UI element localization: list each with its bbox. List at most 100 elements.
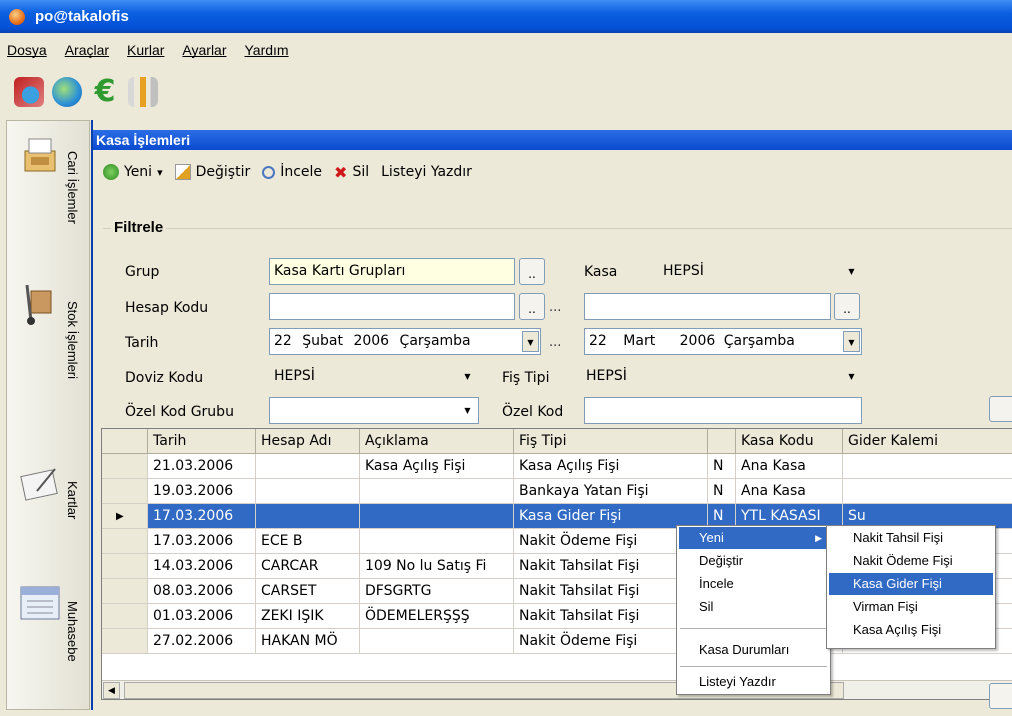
- chevron-down-icon[interactable]: ▼: [843, 261, 860, 282]
- row-indicator[interactable]: [102, 529, 148, 554]
- cell-account-name[interactable]: [256, 479, 360, 504]
- view-button[interactable]: İncele: [262, 164, 322, 180]
- delete-button[interactable]: ✖ Sil: [334, 163, 369, 182]
- col-header-flag[interactable]: [708, 429, 736, 454]
- ctx-item-yeni[interactable]: Yeni ▶: [679, 527, 828, 549]
- cell-account-name[interactable]: [256, 454, 360, 479]
- menu-yardim[interactable]: Yardım: [245, 42, 289, 58]
- cell-description[interactable]: 109 No lu Satış Fi: [360, 554, 514, 579]
- cell-flag[interactable]: N: [708, 454, 736, 479]
- row-indicator[interactable]: [102, 479, 148, 504]
- account-to-field[interactable]: [584, 293, 831, 320]
- row-indicator[interactable]: [102, 554, 148, 579]
- table-row[interactable]: 21.03.2006 Kasa Açılış Fişi Kasa Açılış Fi…: [102, 454, 1012, 479]
- cell-expense-item[interactable]: [843, 454, 1012, 479]
- chevron-down-icon[interactable]: ▼: [843, 331, 860, 352]
- cell-description[interactable]: [360, 529, 514, 554]
- horizontal-scrollbar[interactable]: ◀: [102, 680, 1012, 699]
- special-code-field[interactable]: [584, 397, 862, 424]
- table-row[interactable]: 19.03.2006 Bankaya Yatan Fişi N Ana Kasa: [102, 479, 1012, 504]
- col-header-description[interactable]: Açıklama: [360, 429, 514, 454]
- account-from-field[interactable]: [269, 293, 515, 320]
- cell-kasa-code[interactable]: Ana Kasa: [736, 454, 843, 479]
- cell-description[interactable]: [360, 629, 514, 654]
- menu-ayarlar[interactable]: Ayarlar: [182, 42, 226, 58]
- tools-world-icon[interactable]: [14, 77, 44, 107]
- row-indicator[interactable]: [102, 579, 148, 604]
- cell-account-name[interactable]: ECE B: [256, 529, 360, 554]
- cell-account-name[interactable]: CARSET: [256, 579, 360, 604]
- chevron-down-icon[interactable]: ▼: [459, 366, 476, 387]
- nav-cari-islemler[interactable]: Cari İşlemler: [7, 121, 91, 266]
- nav-stok-islemleri[interactable]: Stok İşlemleri: [7, 271, 91, 416]
- menu-kurlar[interactable]: Kurlar: [127, 42, 164, 58]
- ctx-item-sil[interactable]: Sil: [679, 596, 828, 618]
- col-header-slip-type[interactable]: Fiş Tipi: [514, 429, 708, 454]
- submenu-kasa-acilis[interactable]: Kasa Açılış Fişi: [829, 619, 993, 641]
- cell-description[interactable]: DFSGRTG: [360, 579, 514, 604]
- group-field[interactable]: Kasa Kartı Grupları: [269, 258, 515, 285]
- cell-account-name[interactable]: ZEKI IŞIK: [256, 604, 360, 629]
- cell-description[interactable]: Kasa Açılış Fişi: [360, 454, 514, 479]
- submenu-kasa-gider[interactable]: Kasa Gider Fişi: [829, 573, 993, 595]
- cell-date[interactable]: 17.03.2006: [148, 529, 256, 554]
- edit-button[interactable]: Değiştir: [174, 164, 250, 180]
- row-indicator[interactable]: [102, 629, 148, 654]
- ctx-item-degistir[interactable]: Değiştir: [679, 550, 828, 572]
- submenu-nakit-odeme[interactable]: Nakit Ödeme Fişi: [829, 550, 993, 572]
- row-indicator[interactable]: [102, 604, 148, 629]
- submenu-virman[interactable]: Virman Fişi: [829, 596, 993, 618]
- cell-slip-type[interactable]: Kasa Açılış Fişi: [514, 454, 708, 479]
- euro-icon[interactable]: €: [90, 77, 120, 107]
- date-to-picker[interactable]: 22 Mart 2006 Çarşamba ▼: [584, 328, 862, 355]
- cell-flag[interactable]: N: [708, 479, 736, 504]
- print-list-button[interactable]: Listeyi Yazdır: [381, 164, 472, 180]
- globe-icon[interactable]: [52, 77, 82, 107]
- cell-account-name[interactable]: HAKAN MÖ: [256, 629, 360, 654]
- bottom-right-button[interactable]: [989, 683, 1012, 709]
- ctx-item-listeyi-yazdir[interactable]: Listeyi Yazdır: [679, 671, 828, 693]
- ctx-item-incele[interactable]: İncele: [679, 573, 828, 595]
- currency-select[interactable]: HEPSİ ▼: [269, 363, 479, 390]
- cell-description[interactable]: [360, 479, 514, 504]
- cell-description[interactable]: ÖDEMELERŞŞŞ: [360, 604, 514, 629]
- slip-type-select[interactable]: HEPSİ ▼: [581, 363, 863, 390]
- scroll-left-icon[interactable]: ◀: [103, 682, 120, 699]
- account-to-browse-button[interactable]: ..: [834, 293, 860, 320]
- kasa-select[interactable]: HEPSİ ▼: [658, 258, 863, 285]
- cell-description[interactable]: [360, 504, 514, 529]
- cell-account-name[interactable]: [256, 504, 360, 529]
- row-indicator[interactable]: ▶: [102, 504, 148, 529]
- menu-araclar[interactable]: Araçlar: [65, 42, 109, 58]
- account-from-browse-button[interactable]: ..: [519, 293, 545, 320]
- cell-date[interactable]: 27.02.2006: [148, 629, 256, 654]
- col-header-expense-item[interactable]: Gider Kalemi: [843, 429, 1012, 454]
- chevron-down-icon[interactable]: ▼: [522, 331, 539, 352]
- submenu-nakit-tahsil[interactable]: Nakit Tahsil Fişi: [829, 527, 993, 549]
- cell-date[interactable]: 19.03.2006: [148, 479, 256, 504]
- cell-date[interactable]: 01.03.2006: [148, 604, 256, 629]
- new-button[interactable]: Yeni ▾: [103, 164, 163, 180]
- nav-muhasebe[interactable]: Muhasebe: [7, 571, 91, 716]
- cell-slip-type[interactable]: Bankaya Yatan Fişi: [514, 479, 708, 504]
- cell-date[interactable]: 17.03.2006: [148, 504, 256, 529]
- chevron-down-icon[interactable]: ▼: [843, 366, 860, 387]
- col-header-date[interactable]: Tarih: [148, 429, 256, 454]
- date-from-picker[interactable]: 22 Şubat 2006 Çarşamba ▼: [269, 328, 541, 355]
- cell-date[interactable]: 21.03.2006: [148, 454, 256, 479]
- wrench-icon[interactable]: [128, 77, 158, 107]
- row-indicator[interactable]: [102, 454, 148, 479]
- chevron-down-icon[interactable]: ▼: [459, 400, 476, 421]
- menu-dosya[interactable]: Dosya: [7, 42, 47, 58]
- col-header-account-name[interactable]: Hesap Adı: [256, 429, 360, 454]
- cell-kasa-code[interactable]: Ana Kasa: [736, 479, 843, 504]
- cell-expense-item[interactable]: [843, 479, 1012, 504]
- col-header-kasa-code[interactable]: Kasa Kodu: [736, 429, 843, 454]
- group-browse-button[interactable]: ..: [519, 258, 545, 285]
- special-group-select[interactable]: ▼: [269, 397, 479, 424]
- filter-apply-button[interactable]: [989, 396, 1012, 422]
- cell-account-name[interactable]: CARCAR: [256, 554, 360, 579]
- ctx-item-kasa-durumlari[interactable]: Kasa Durumları: [679, 639, 828, 661]
- cell-date[interactable]: 08.03.2006: [148, 579, 256, 604]
- cell-date[interactable]: 14.03.2006: [148, 554, 256, 579]
